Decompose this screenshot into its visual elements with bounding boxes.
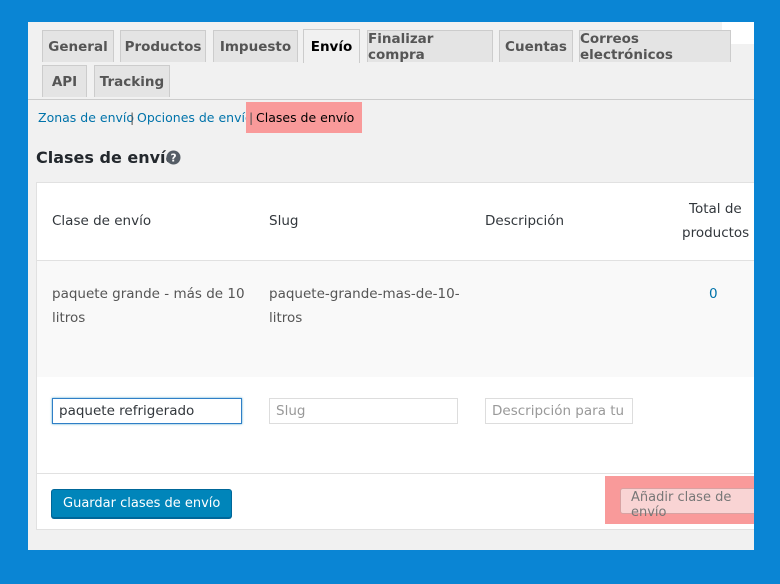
shipping-class-name-input[interactable]	[52, 398, 242, 424]
subnav-separator: |	[130, 110, 135, 125]
tab-correos-electronicos[interactable]: Correos electrónicos	[579, 30, 731, 63]
tab-cuentas[interactable]: Cuentas	[499, 30, 573, 62]
tab-general[interactable]: General	[42, 30, 114, 62]
add-shipping-class-button[interactable]: Añadir clase de envío	[620, 488, 754, 520]
settings-tabs: General Productos Impuesto Envío Finaliz…	[28, 22, 754, 100]
row-product-count-link[interactable]: 0	[709, 282, 718, 306]
subnav-current-highlight: | Clases de envío	[246, 102, 362, 133]
save-shipping-classes-button[interactable]: Guardar clases de envío	[51, 489, 233, 518]
row-slug-line2: litros	[269, 310, 303, 326]
row-slug-line1: paquete-grande-mas-de-10-	[269, 286, 460, 302]
tab-tracking[interactable]: Tracking	[94, 65, 170, 97]
row-class-name-line2: litros	[52, 310, 86, 326]
subnav-clases-de-envio[interactable]: Clases de envío	[256, 102, 354, 133]
subnav-zonas-de-envio[interactable]: Zonas de envío	[38, 102, 134, 133]
subnav-opciones-de-envio[interactable]: Opciones de envío	[137, 102, 253, 133]
column-header-class: Clase de envío	[52, 213, 152, 229]
subnav-separator: |	[249, 110, 254, 125]
tab-impuesto[interactable]: Impuesto	[213, 30, 298, 62]
add-button-highlight: Añadir clase de envío	[605, 476, 754, 524]
tab-finalizar-compra[interactable]: Finalizar compra	[367, 30, 493, 63]
tab-envio[interactable]: Envío	[303, 29, 360, 63]
tab-api[interactable]: API	[42, 65, 87, 97]
svg-text:?: ?	[170, 152, 176, 164]
shipping-subnav: Zonas de envío | Opciones de envío	[28, 102, 428, 133]
settings-panel: General Productos Impuesto Envío Finaliz…	[28, 22, 754, 550]
column-header-slug: Slug	[269, 213, 299, 229]
tab-productos[interactable]: Productos	[120, 30, 206, 62]
shipping-class-description-input[interactable]	[485, 398, 633, 424]
column-header-total-line1: Total de	[689, 201, 742, 217]
shipping-class-slug-input[interactable]	[269, 398, 458, 424]
row-class-name-line1: paquete grande - más de 10	[52, 286, 245, 302]
column-header-total-line2: productos	[682, 225, 750, 241]
help-icon[interactable]: ?	[166, 150, 181, 165]
table-row: paquete grande - más de 10 litros paquet…	[37, 260, 754, 377]
page-title: Clases de envío	[36, 148, 177, 167]
column-header-description: Descripción	[485, 213, 565, 229]
